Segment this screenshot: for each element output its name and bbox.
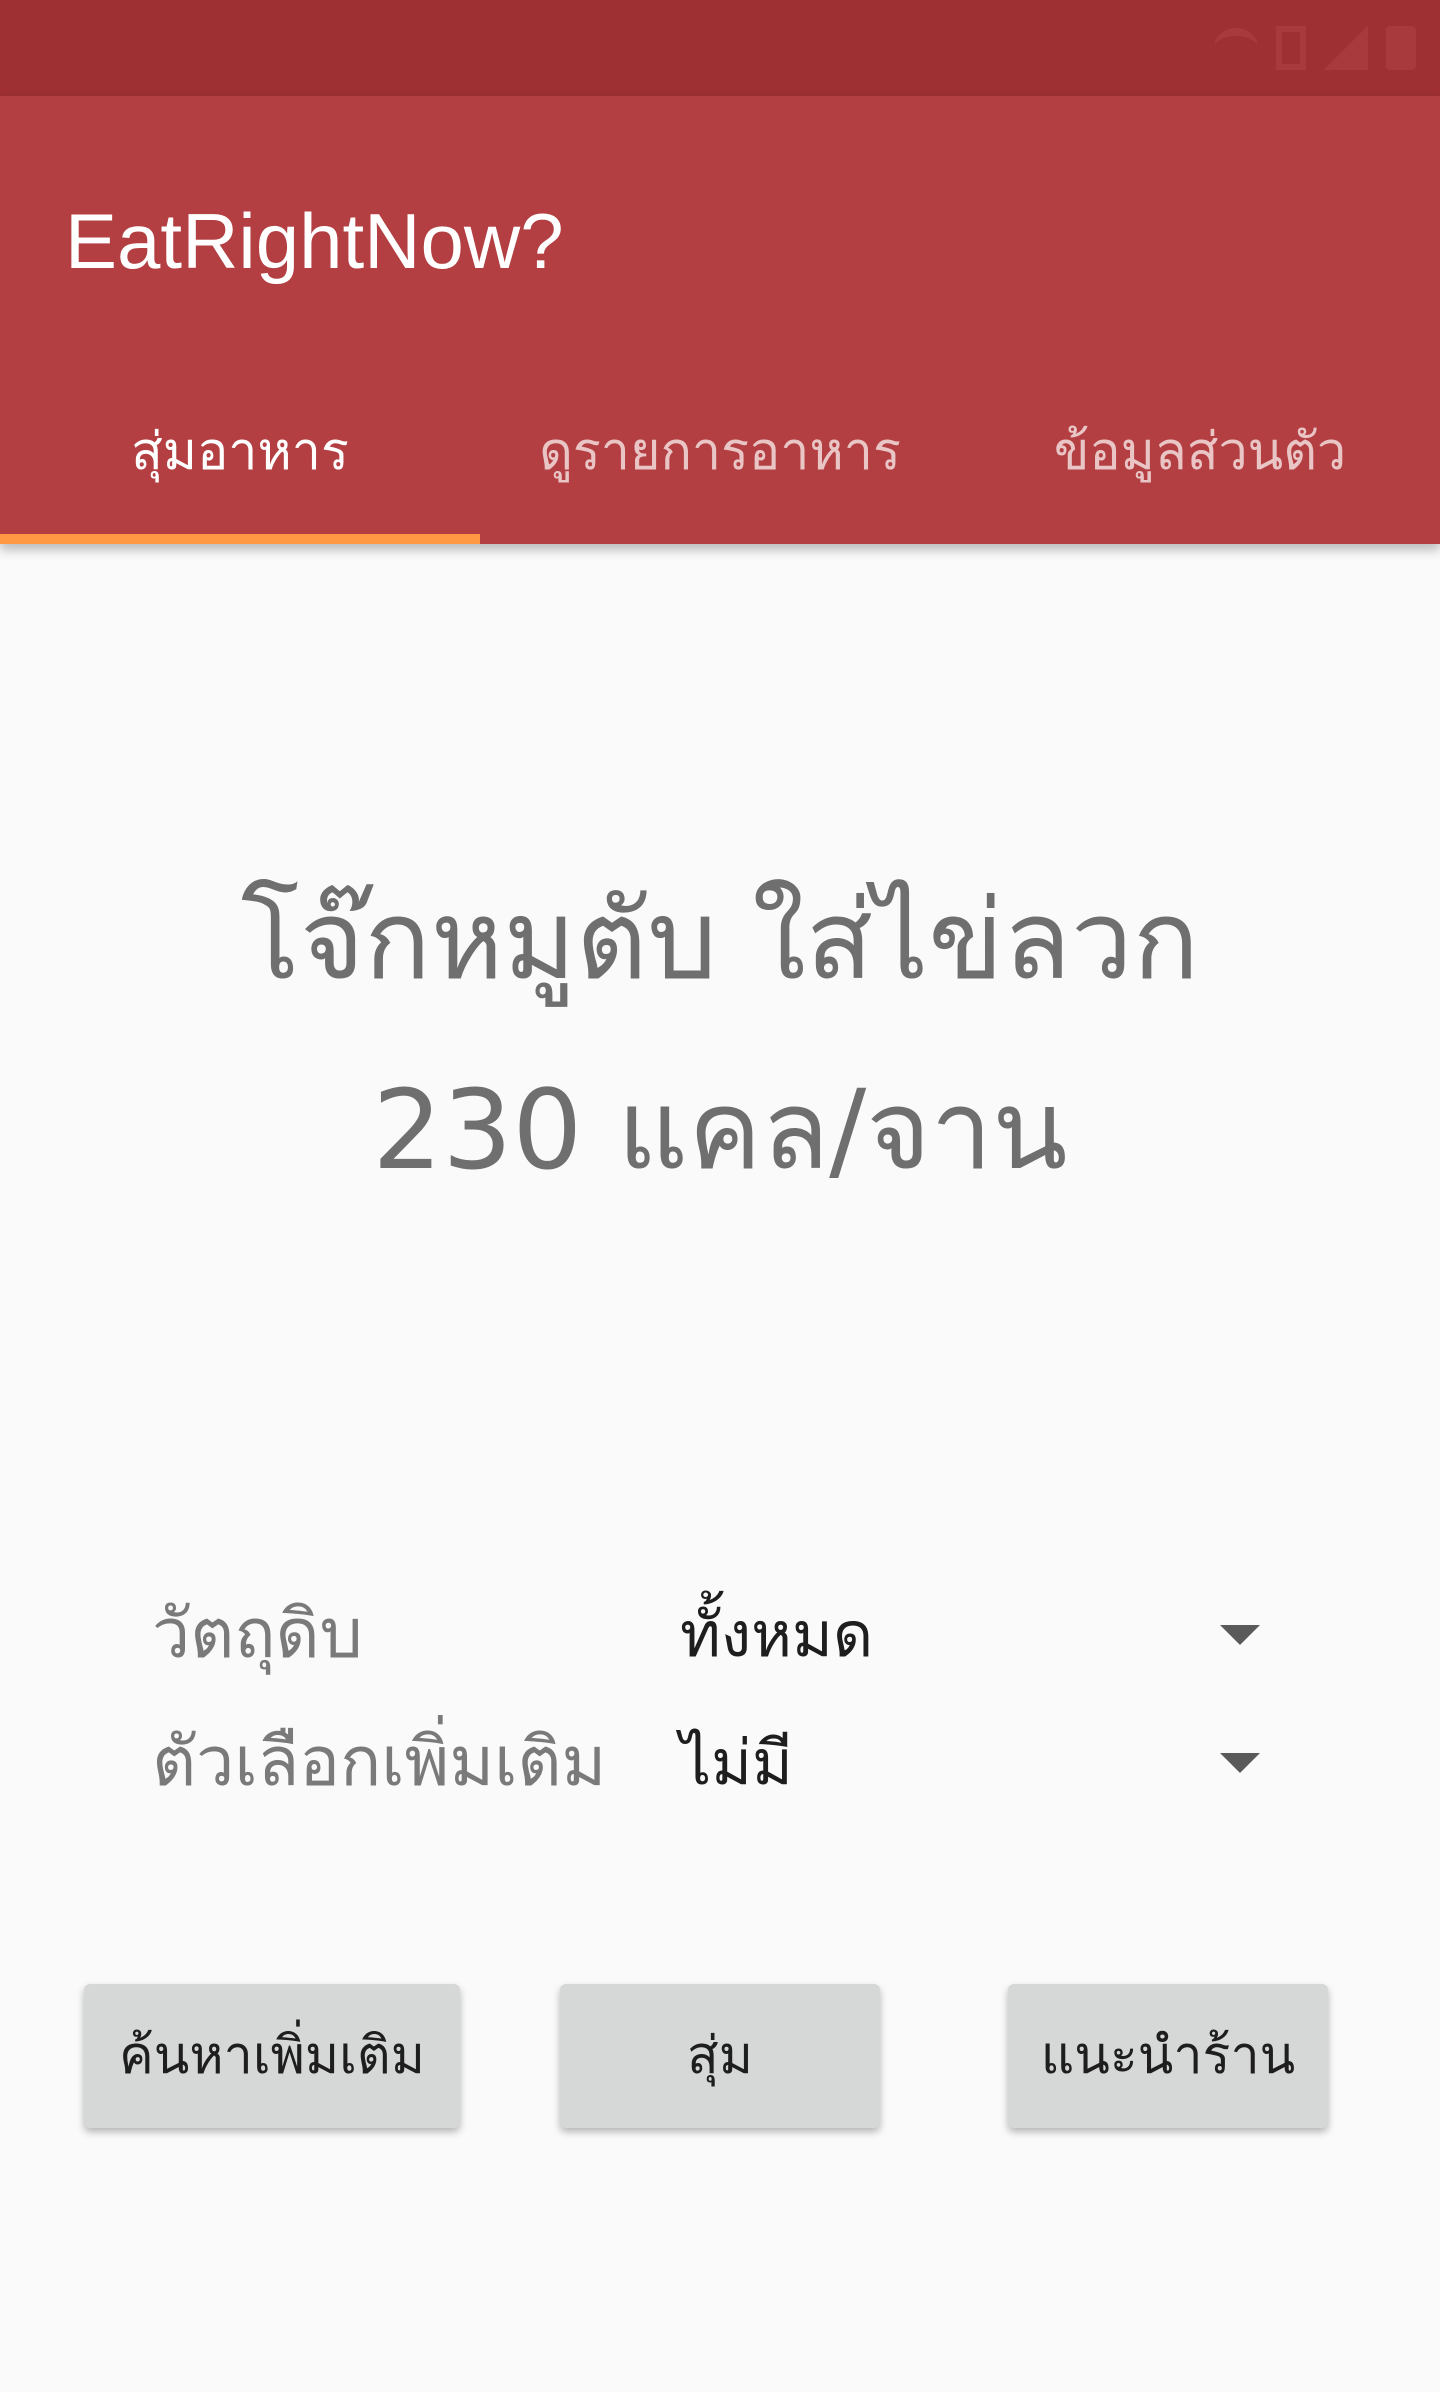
ingredient-label: วัตถุดิบ [152,1595,363,1674]
battery-icon [1386,26,1416,70]
app-title: EatRightNow? [65,197,564,285]
search-more-button[interactable]: ค้นหาเพิ่มเติม [84,1984,460,2128]
app-bar: EatRightNow? สุ่มอาหาร ดูรายการอาหาร ข้อ… [0,96,1440,544]
sim-icon [1276,26,1306,70]
tab-food-list[interactable]: ดูรายการอาหาร [480,392,960,544]
wifi-icon [1214,28,1258,68]
ingredient-value: ทั้งหมด [680,1598,874,1671]
option-dropdown[interactable]: ไม่มี [670,1708,1290,1818]
status-bar [0,0,1440,96]
ingredient-dropdown[interactable]: ทั้งหมด [670,1580,1290,1690]
random-button[interactable]: สุ่ม [560,1984,880,2128]
food-calories: 230 แคล/จาน [372,1066,1068,1194]
status-icons [1214,22,1416,74]
tab-indicator [0,534,480,544]
food-name: โจ๊กหมูตับ ใส่ไข่ลวก [240,876,1200,1004]
caret-down-icon [1220,1753,1260,1773]
recommend-shop-button[interactable]: แนะนำร้าน [1008,1984,1328,2128]
signal-icon [1324,26,1368,70]
tab-random-food[interactable]: สุ่มอาหาร [0,392,480,544]
option-value: ไม่มี [680,1726,793,1799]
option-label: ตัวเลือกเพิ่มเติม [152,1723,607,1802]
tab-profile[interactable]: ข้อมูลส่วนตัว [960,392,1440,544]
caret-down-icon [1220,1625,1260,1645]
